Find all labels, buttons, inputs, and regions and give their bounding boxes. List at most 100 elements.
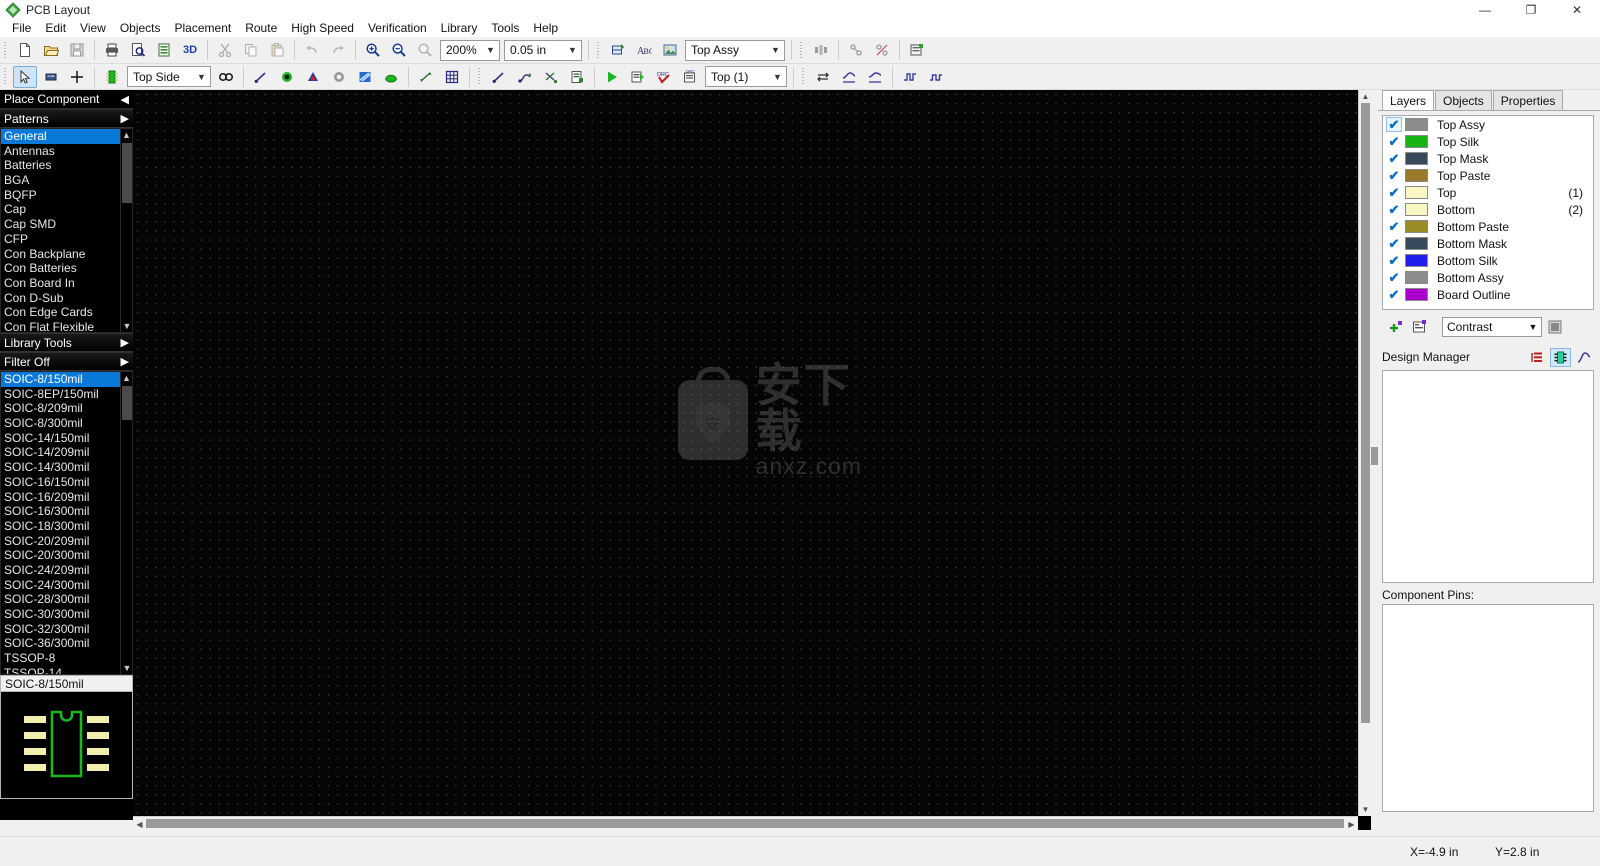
place-component-icon[interactable] bbox=[100, 66, 124, 88]
add-layer-icon[interactable] bbox=[1384, 317, 1408, 338]
layer-row[interactable]: ✔ Bottom Mask bbox=[1383, 235, 1593, 252]
pattern-list-item[interactable]: SOIC-16/300mil bbox=[1, 504, 132, 519]
zoom-window-icon[interactable] bbox=[413, 39, 437, 61]
component-move-icon[interactable] bbox=[39, 66, 63, 88]
keepout-icon[interactable] bbox=[379, 66, 403, 88]
contrast-combo[interactable]: Contrast ▼ bbox=[1442, 317, 1542, 337]
design-manager-list[interactable] bbox=[1382, 370, 1594, 583]
layer-row[interactable]: ✔ Bottom Assy bbox=[1383, 269, 1593, 286]
layer-row[interactable]: ✔ Board Outline bbox=[1383, 286, 1593, 303]
chevron-down-icon[interactable]: ▼ bbox=[193, 67, 210, 86]
category-list-item[interactable]: CFP bbox=[1, 232, 132, 247]
layer-color-swatch[interactable] bbox=[1405, 135, 1428, 148]
undo-icon[interactable] bbox=[300, 39, 324, 61]
differential-pair-icon[interactable] bbox=[837, 66, 861, 88]
pattern-scrollbar[interactable]: ▲ ▼ bbox=[120, 372, 132, 674]
pattern-list-item[interactable]: SOIC-20/209mil bbox=[1, 534, 132, 549]
layer-visibility-checkbox[interactable]: ✔ bbox=[1386, 270, 1402, 285]
layer-row[interactable]: ✔ Bottom Silk bbox=[1383, 252, 1593, 269]
menu-edit[interactable]: Edit bbox=[38, 20, 73, 37]
category-list-item[interactable]: General bbox=[1, 129, 132, 144]
scroll-thumb-2[interactable] bbox=[122, 386, 132, 420]
pattern-list-item[interactable]: SOIC-18/300mil bbox=[1, 519, 132, 534]
pattern-list-item[interactable]: SOIC-14/150mil bbox=[1, 431, 132, 446]
report-icon[interactable] bbox=[152, 39, 176, 61]
layer-visibility-checkbox[interactable]: ✔ bbox=[1386, 151, 1402, 166]
layer-visibility-checkbox[interactable]: ✔ bbox=[1386, 236, 1402, 251]
layer-visibility-checkbox[interactable]: ✔ bbox=[1386, 168, 1402, 183]
canvas-vertical-scrollbar[interactable]: ▲ ▼ bbox=[1358, 90, 1378, 816]
text-icon[interactable]: A BC bbox=[632, 39, 656, 61]
layer-row[interactable]: ✔ Top Mask bbox=[1383, 150, 1593, 167]
pattern-list-item[interactable]: SOIC-30/300mil bbox=[1, 607, 132, 622]
pad-icon[interactable] bbox=[275, 66, 299, 88]
image-icon[interactable] bbox=[658, 39, 682, 61]
menu-file[interactable]: File bbox=[5, 20, 38, 37]
scroll-down-icon-2[interactable]: ▼ bbox=[121, 662, 132, 674]
minimize-button[interactable]: — bbox=[1462, 0, 1508, 20]
toolbar-grip-2[interactable] bbox=[596, 40, 603, 60]
category-list-item[interactable]: Cap SMD bbox=[1, 217, 132, 232]
panel-splitter-handle[interactable] bbox=[1371, 447, 1378, 465]
layer-properties-icon[interactable] bbox=[1408, 317, 1432, 338]
menu-view[interactable]: View bbox=[73, 20, 113, 37]
pattern-list-item[interactable]: SOIC-14/209mil bbox=[1, 445, 132, 460]
layer-color-swatch[interactable] bbox=[1405, 203, 1428, 216]
library-tools-header[interactable]: Library Tools ▶ bbox=[0, 333, 133, 352]
pattern-list-item[interactable]: SOIC-24/300mil bbox=[1, 578, 132, 593]
layer-visibility-checkbox[interactable]: ✔ bbox=[1386, 219, 1402, 234]
pattern-list-item[interactable]: TSSOP-8 bbox=[1, 651, 132, 666]
route-settings-icon[interactable] bbox=[565, 66, 589, 88]
category-list-item[interactable]: Con Backplane bbox=[1, 247, 132, 262]
canvas-horizontal-scrollbar[interactable]: ◀ ▶ bbox=[133, 816, 1358, 831]
route-interactive-icon[interactable] bbox=[513, 66, 537, 88]
chevron-down-icon[interactable]: ▼ bbox=[767, 41, 784, 60]
grid-size-combo[interactable]: 0.05 in ▼ bbox=[504, 39, 582, 61]
scroll-up-icon-2[interactable]: ▲ bbox=[121, 372, 132, 384]
layers-setup-icon[interactable] bbox=[905, 39, 929, 61]
pattern-list-item[interactable]: SOIC-8EP/150mil bbox=[1, 387, 132, 402]
new-file-icon[interactable] bbox=[13, 39, 37, 61]
toolbar-grip-6[interactable] bbox=[801, 67, 808, 86]
category-list-item[interactable]: Con D-Sub bbox=[1, 291, 132, 306]
menu-tools[interactable]: Tools bbox=[484, 20, 526, 37]
layer-color-swatch[interactable] bbox=[1405, 118, 1428, 131]
chevron-down-icon[interactable]: ▼ bbox=[1525, 322, 1541, 332]
scroll-down-icon[interactable]: ▼ bbox=[121, 320, 132, 332]
circle-pad-icon[interactable] bbox=[327, 66, 351, 88]
expand-right-icon[interactable]: ▶ bbox=[121, 112, 129, 125]
layer-color-swatch[interactable] bbox=[1405, 237, 1428, 250]
3d-view-icon[interactable]: 3D bbox=[178, 39, 202, 61]
place-component-header[interactable]: Place Component ◀ bbox=[0, 90, 133, 109]
layer-row[interactable]: ✔ Top Paste bbox=[1383, 167, 1593, 184]
select-arrow-icon[interactable] bbox=[13, 65, 37, 88]
menu-help[interactable]: Help bbox=[526, 20, 565, 37]
open-file-icon[interactable] bbox=[39, 39, 63, 61]
category-list-item[interactable]: BGA bbox=[1, 173, 132, 188]
zoom-level-combo[interactable]: 200% ▼ bbox=[440, 39, 500, 61]
pattern-list-item[interactable]: SOIC-28/300mil bbox=[1, 592, 132, 607]
dm-components-icon[interactable] bbox=[1550, 347, 1571, 367]
pattern-list-item[interactable]: SOIC-36/300mil bbox=[1, 636, 132, 651]
cut-icon[interactable] bbox=[213, 39, 237, 61]
layer-view-options-icon[interactable] bbox=[1548, 320, 1562, 334]
layer-color-swatch[interactable] bbox=[1405, 152, 1428, 165]
pattern-list-item[interactable]: SOIC-16/150mil bbox=[1, 475, 132, 490]
run-autorouter-icon[interactable] bbox=[600, 66, 624, 88]
menu-objects[interactable]: Objects bbox=[113, 20, 168, 37]
toolbar-grip[interactable] bbox=[3, 40, 10, 60]
category-list-item[interactable]: Con Board In bbox=[1, 276, 132, 291]
tab-layers[interactable]: Layers bbox=[1382, 90, 1435, 110]
board-side-combo[interactable]: Top Side ▼ bbox=[127, 66, 211, 87]
design-rules-icon[interactable] bbox=[844, 39, 868, 61]
tab-objects[interactable]: Objects bbox=[1435, 90, 1492, 110]
layer-visibility-checkbox[interactable]: ✔ bbox=[1386, 253, 1402, 268]
close-button[interactable]: ✕ bbox=[1554, 0, 1600, 20]
crosshair-icon[interactable] bbox=[65, 66, 89, 88]
tab-properties[interactable]: Properties bbox=[1492, 90, 1564, 110]
collapse-left-icon[interactable]: ◀ bbox=[121, 93, 129, 106]
pattern-list-item[interactable]: TSSOP-14 bbox=[1, 666, 132, 674]
layer-color-swatch[interactable] bbox=[1405, 271, 1428, 284]
drc-report-icon[interactable]: DRC bbox=[678, 66, 702, 88]
category-list-item[interactable]: Antennas bbox=[1, 144, 132, 159]
